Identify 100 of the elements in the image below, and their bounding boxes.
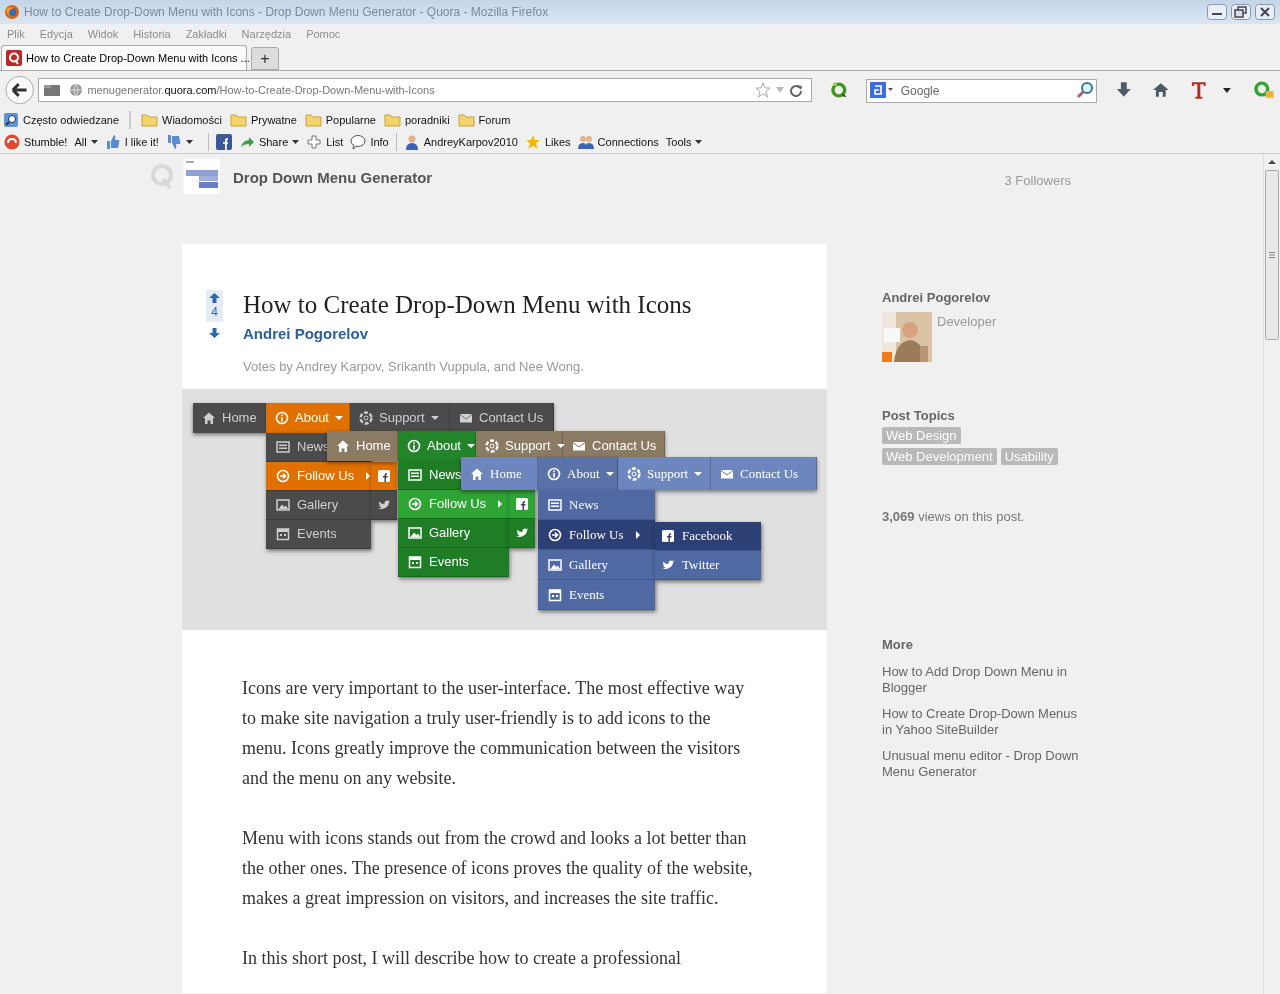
bookmark-item[interactable]: Często odwiedzane bbox=[3, 110, 119, 130]
scrollbar[interactable] bbox=[1263, 154, 1280, 994]
menu-item[interactable]: Narzędzia bbox=[241, 26, 292, 43]
caret-icon[interactable] bbox=[1221, 85, 1232, 95]
submenu-item[interactable]: Twitter bbox=[655, 551, 761, 580]
close-icon[interactable] bbox=[1254, 4, 1276, 20]
plus-outline-icon bbox=[306, 134, 323, 150]
bird-icon bbox=[515, 526, 529, 540]
toolbar-button[interactable]: Info bbox=[350, 132, 389, 152]
toolbar-button[interactable]: AndreyKarpov2010 bbox=[403, 132, 518, 152]
facebook-icon bbox=[215, 134, 232, 150]
submenu-item[interactable]: Facebook bbox=[655, 522, 761, 551]
submenu-item[interactable] bbox=[371, 462, 397, 491]
restore-icon[interactable] bbox=[1230, 4, 1252, 20]
menu-item[interactable]: Edycja bbox=[39, 26, 73, 43]
reload-icon[interactable] bbox=[789, 83, 804, 97]
lifebuoy-icon bbox=[627, 466, 641, 481]
bookmark-item[interactable]: Prywatne bbox=[229, 110, 297, 130]
search-field[interactable]: Google bbox=[865, 79, 1097, 103]
calendar-icon bbox=[276, 527, 290, 541]
folder-icon bbox=[141, 113, 158, 127]
dropdown-item[interactable]: Follow Us bbox=[398, 490, 509, 519]
bookmark-item[interactable]: Wiadomości bbox=[141, 110, 222, 130]
address-field[interactable]: menugenerator.quora.com/How-to-Create-Drop-Down-Menu-with-Icons bbox=[38, 78, 813, 102]
thumbs-down-icon bbox=[165, 134, 182, 150]
lifebuoy-icon bbox=[359, 411, 373, 425]
bookmark-item[interactable]: Popularne bbox=[304, 110, 376, 130]
site-title[interactable]: Drop Down Menu Generator bbox=[233, 167, 1005, 190]
toolbar-button[interactable] bbox=[165, 132, 193, 152]
toolbar-button[interactable]: List bbox=[306, 132, 344, 152]
folder-icon bbox=[229, 113, 247, 127]
downvote-arrow-icon[interactable] bbox=[209, 328, 220, 338]
menu-item[interactable]: Historia bbox=[133, 26, 171, 43]
votes-by-text: Votes by Andrey Karpov, Srikanth Vuppula, and Nee Wong. bbox=[243, 357, 585, 376]
author-role: Developer bbox=[937, 312, 997, 331]
related-link[interactable]: Unusual menu editor - Drop Down Menu Generator bbox=[882, 748, 1082, 780]
toolbar-button[interactable]: All bbox=[74, 132, 98, 152]
toolbar-button[interactable]: I like it! bbox=[104, 132, 159, 152]
nav-menu-item[interactable]: About bbox=[538, 457, 618, 490]
nav-menu-item[interactable]: About bbox=[398, 431, 476, 461]
folder-icon bbox=[304, 113, 322, 127]
star-icon[interactable] bbox=[755, 82, 772, 98]
toolbar-button[interactable] bbox=[215, 132, 232, 152]
toolbar-button[interactable]: Tools bbox=[665, 132, 703, 152]
menu-item[interactable]: Pomoc bbox=[306, 26, 341, 43]
dropdown-item[interactable]: Events bbox=[538, 580, 655, 610]
facebook-icon bbox=[515, 497, 529, 511]
new-tab-button[interactable]: + bbox=[251, 47, 279, 70]
toolbar-button[interactable]: Connections bbox=[577, 132, 659, 152]
dropdown-item[interactable]: Events bbox=[266, 520, 371, 549]
image-icon bbox=[276, 498, 290, 512]
minimize-icon[interactable] bbox=[1206, 4, 1228, 20]
toolbar-button[interactable]: Likes bbox=[524, 132, 571, 152]
share-arrow-icon bbox=[238, 134, 255, 150]
menu-item[interactable]: Widok bbox=[87, 26, 119, 43]
dropdown-item[interactable]: Follow Us bbox=[266, 462, 371, 491]
house-icon bbox=[336, 439, 350, 453]
info-icon bbox=[547, 466, 561, 481]
star-icon bbox=[524, 134, 541, 150]
folder-icon bbox=[457, 113, 475, 127]
menu-item[interactable]: Zakładki bbox=[185, 26, 227, 43]
search-engine-icon[interactable] bbox=[869, 82, 894, 98]
toolbar-button[interactable]: Stumble! bbox=[4, 132, 68, 152]
search-icon[interactable] bbox=[1075, 81, 1094, 99]
facebook-icon bbox=[661, 529, 675, 543]
home-icon[interactable] bbox=[1152, 81, 1171, 99]
section-title: More bbox=[882, 635, 915, 654]
download-icon[interactable] bbox=[1114, 81, 1133, 99]
author-link[interactable]: Andrei Pogorelov bbox=[243, 323, 369, 346]
stumble-icon bbox=[4, 134, 20, 150]
back-icon[interactable] bbox=[5, 75, 35, 105]
menu-item[interactable]: Plik bbox=[7, 26, 25, 43]
folder-icon bbox=[383, 113, 401, 127]
nav-menu-item[interactable]: About bbox=[266, 403, 350, 433]
envelope-icon bbox=[572, 439, 586, 453]
section-title: Post Topics bbox=[882, 406, 956, 425]
toolbar-button[interactable]: Share bbox=[238, 132, 300, 152]
author-name-link[interactable]: Andrei Pogorelov bbox=[882, 288, 991, 308]
related-link[interactable]: How to Add Drop Down Menu in Blogger bbox=[882, 664, 1082, 696]
arrow-circle-icon bbox=[408, 497, 422, 511]
house-icon bbox=[470, 466, 484, 481]
url-text: menugenerator.quora.com/How-to-Create-Drop-Down-Menu-with-Icons bbox=[87, 82, 436, 98]
menu-thumbnail-icon bbox=[183, 158, 221, 195]
arrow-circle-icon bbox=[548, 527, 562, 542]
related-link[interactable]: How to Create Drop-Down Menus in Yahoo SiteBuilder bbox=[882, 706, 1082, 738]
bookmark-item[interactable]: poradniki bbox=[383, 110, 450, 130]
dropdown-item[interactable]: Events bbox=[398, 548, 509, 577]
views-count-text: 3,069 views on this post. bbox=[882, 508, 1026, 526]
submenu-item[interactable] bbox=[509, 490, 535, 519]
thumbs-up-icon bbox=[104, 134, 121, 150]
ring-badge-icon[interactable] bbox=[1253, 80, 1275, 100]
nav-menu-item[interactable]: Contact Us bbox=[711, 457, 817, 490]
browser-tab[interactable]: How to Create Drop-Down Menu with Icons ... bbox=[1, 45, 247, 70]
calendar-icon bbox=[408, 555, 422, 569]
people-icon bbox=[577, 134, 594, 150]
upvote-arrow-icon[interactable] bbox=[209, 293, 220, 303]
dropdown-item[interactable]: Follow Us bbox=[538, 520, 655, 550]
bookmark-item[interactable]: Forum bbox=[457, 110, 511, 130]
t-letter-icon[interactable] bbox=[1190, 80, 1208, 100]
person-icon bbox=[403, 134, 420, 150]
